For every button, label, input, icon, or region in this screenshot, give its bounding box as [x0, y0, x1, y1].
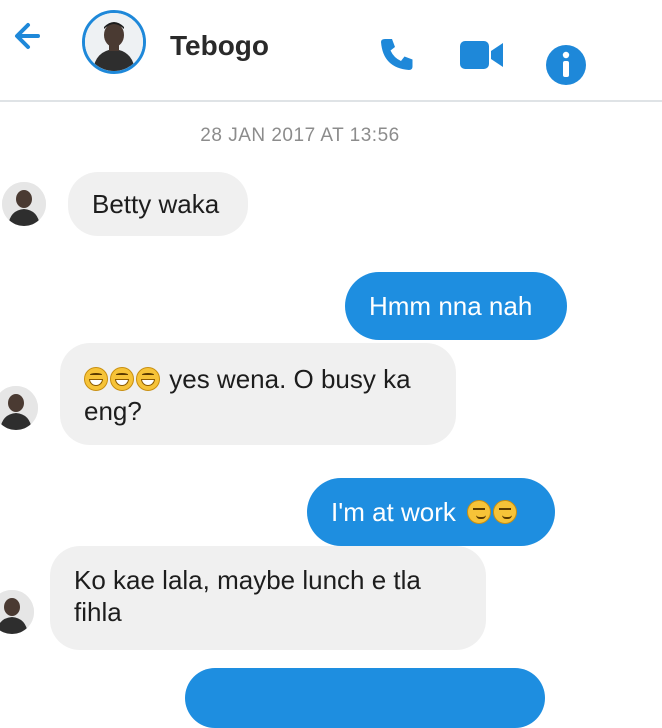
smirking-face-icon	[467, 500, 492, 524]
video-call-button[interactable]	[458, 38, 506, 77]
message-text-line-1: Ko kae lala, maybe lunch e tla	[74, 565, 421, 595]
grinning-face-icon	[136, 367, 160, 391]
incoming-message[interactable]: yes wena. O busy ka eng?	[60, 343, 456, 445]
sender-avatar	[0, 386, 38, 430]
outgoing-message-partial[interactable]	[185, 668, 545, 728]
info-icon	[546, 45, 586, 85]
message-text: Hmm nna nah	[369, 291, 533, 321]
sender-avatar	[0, 590, 34, 634]
incoming-message[interactable]: Ko kae lala, maybe lunch e tla fihla	[50, 546, 486, 650]
message-text: Betty waka	[92, 189, 220, 219]
sender-photo	[0, 386, 38, 430]
back-arrow-icon	[15, 23, 40, 49]
header-divider	[0, 100, 662, 102]
back-button[interactable]	[8, 20, 56, 52]
grinning-face-icon	[110, 367, 134, 391]
message-text-line-2: fihla	[74, 597, 122, 627]
grinning-face-icon	[84, 367, 108, 391]
phone-icon	[381, 39, 413, 70]
smirking-face-icon	[493, 500, 518, 524]
contact-photo	[85, 13, 143, 71]
call-button[interactable]	[377, 34, 417, 79]
incoming-message[interactable]: Betty waka	[68, 172, 248, 236]
sender-avatar	[2, 182, 46, 226]
message-text: I'm at work	[331, 497, 456, 527]
outgoing-message[interactable]: Hmm nna nah	[345, 272, 567, 340]
message-text-line-2: eng?	[84, 396, 142, 426]
sender-photo	[0, 590, 34, 634]
outgoing-message[interactable]: I'm at work	[307, 478, 555, 546]
chat-header: Tebogo	[0, 0, 662, 100]
date-stamp: 28 JAN 2017 AT 13:56	[200, 125, 400, 146]
sender-photo	[2, 182, 46, 226]
contact-avatar[interactable]	[82, 10, 146, 74]
contact-name[interactable]: Tebogo	[170, 30, 269, 62]
video-camera-icon	[460, 41, 503, 69]
message-text-line-1: yes wena. O busy ka	[169, 364, 411, 394]
info-button[interactable]	[545, 44, 587, 91]
